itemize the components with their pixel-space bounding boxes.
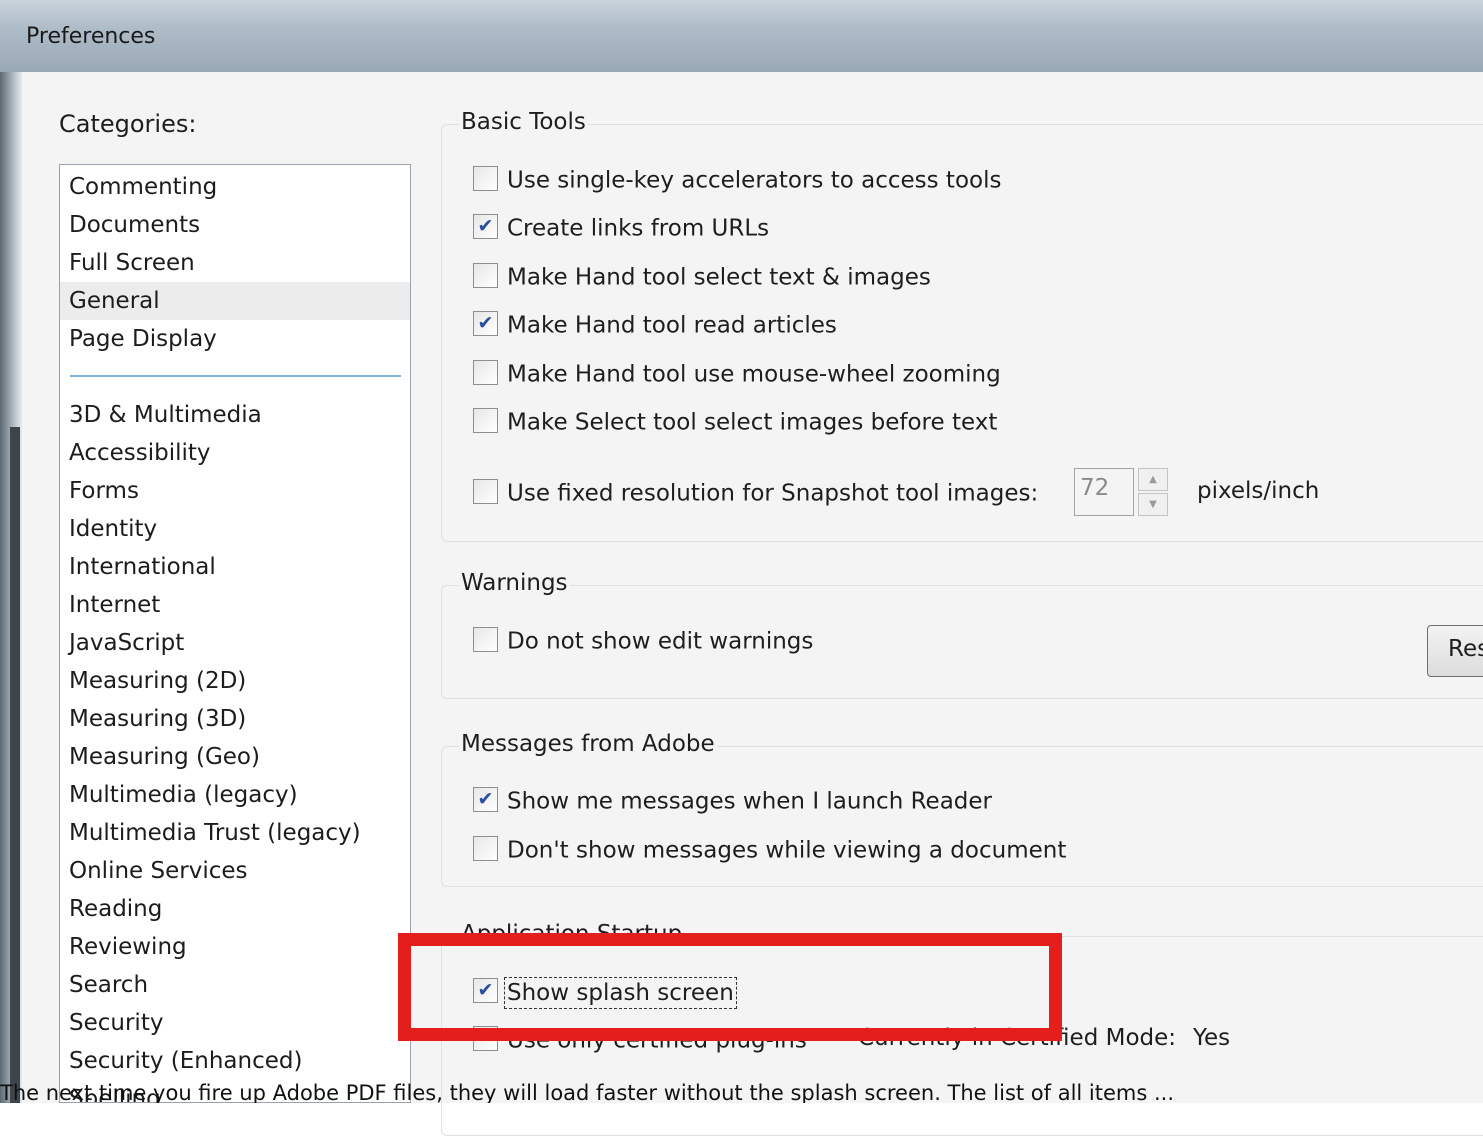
category-multimedia-trust-legacy[interactable]: Multimedia Trust (legacy): [60, 814, 410, 852]
messages-group: [441, 746, 1483, 887]
stepper-buttons: ▲ ▼: [1138, 468, 1168, 516]
option-fixed-snapshot-resolution[interactable]: Use fixed resolution for Snapshot tool i…: [473, 478, 1038, 508]
option-create-links[interactable]: ✔ Create links from URLs: [473, 213, 769, 243]
category-security[interactable]: Security: [60, 1004, 410, 1042]
checkbox[interactable]: [473, 166, 498, 191]
option-single-key-accelerators[interactable]: Use single-key accelerators to access to…: [473, 165, 1001, 195]
reset-warnings-button[interactable]: Res: [1427, 625, 1483, 677]
category-forms[interactable]: Forms: [60, 472, 410, 510]
category-international[interactable]: International: [60, 548, 410, 586]
window-frame-left: [0, 72, 22, 1103]
option-no-edit-warnings[interactable]: Do not show edit warnings: [473, 626, 813, 656]
option-hand-select-text[interactable]: Make Hand tool select text & images: [473, 262, 931, 292]
highlight-box: [398, 933, 1062, 1041]
caption-text: The next time you fire up Adobe PDF file…: [0, 1083, 1175, 1103]
warnings-title: Warnings: [459, 570, 570, 596]
checkbox[interactable]: [473, 360, 498, 385]
category-separator: [70, 375, 401, 377]
checkbox[interactable]: [473, 408, 498, 433]
category-documents[interactable]: Documents: [60, 206, 410, 244]
window-title: Preferences: [26, 24, 156, 49]
checkbox[interactable]: [473, 263, 498, 288]
basic-tools-title: Basic Tools: [459, 109, 588, 135]
certified-mode-value: Yes: [1193, 1025, 1231, 1051]
category-identity[interactable]: Identity: [60, 510, 410, 548]
stepper-down-icon[interactable]: ▼: [1138, 493, 1168, 516]
option-hand-read-articles[interactable]: ✔ Make Hand tool read articles: [473, 310, 837, 340]
checkbox[interactable]: [473, 479, 498, 504]
option-no-messages-viewing[interactable]: Don't show messages while viewing a docu…: [473, 835, 1066, 865]
category-internet[interactable]: Internet: [60, 586, 410, 624]
category-accessibility[interactable]: Accessibility: [60, 434, 410, 472]
categories-list[interactable]: Commenting Documents Full Screen General…: [59, 164, 411, 1103]
checkbox[interactable]: [473, 836, 498, 861]
resolution-stepper[interactable]: 72 ▲ ▼: [1074, 468, 1168, 516]
title-bar: Preferences: [0, 0, 1483, 72]
category-search[interactable]: Search: [60, 966, 410, 1004]
category-page-display[interactable]: Page Display: [60, 320, 410, 358]
resolution-unit: pixels/inch: [1197, 478, 1320, 504]
background-window-edge: [10, 427, 20, 1103]
messages-title: Messages from Adobe: [459, 731, 717, 757]
stepper-up-icon[interactable]: ▲: [1138, 468, 1168, 491]
category-online-services[interactable]: Online Services: [60, 852, 410, 890]
checkbox-checked[interactable]: ✔: [473, 787, 498, 812]
category-full-screen[interactable]: Full Screen: [60, 244, 410, 282]
resolution-input[interactable]: 72: [1074, 468, 1134, 516]
category-javascript[interactable]: JavaScript: [60, 624, 410, 662]
option-select-images-first[interactable]: Make Select tool select images before te…: [473, 407, 997, 437]
category-multimedia-legacy[interactable]: Multimedia (legacy): [60, 776, 410, 814]
category-general[interactable]: General: [60, 282, 410, 320]
checkbox-checked[interactable]: ✔: [473, 311, 498, 336]
checkbox-checked[interactable]: ✔: [473, 214, 498, 239]
category-measuring-3d[interactable]: Measuring (3D): [60, 700, 410, 738]
category-reviewing[interactable]: Reviewing: [60, 928, 410, 966]
option-show-launch-messages[interactable]: ✔ Show me messages when I launch Reader: [473, 786, 992, 816]
category-measuring-geo[interactable]: Measuring (Geo): [60, 738, 410, 776]
category-reading[interactable]: Reading: [60, 890, 410, 928]
category-3d-multimedia[interactable]: 3D & Multimedia: [60, 396, 410, 434]
category-security-enhanced[interactable]: Security (Enhanced): [60, 1042, 410, 1080]
categories-label: Categories:: [59, 110, 197, 138]
option-hand-wheel-zoom[interactable]: Make Hand tool use mouse-wheel zooming: [473, 359, 1001, 389]
checkbox[interactable]: [473, 627, 498, 652]
category-commenting[interactable]: Commenting: [60, 168, 410, 206]
category-measuring-2d[interactable]: Measuring (2D): [60, 662, 410, 700]
